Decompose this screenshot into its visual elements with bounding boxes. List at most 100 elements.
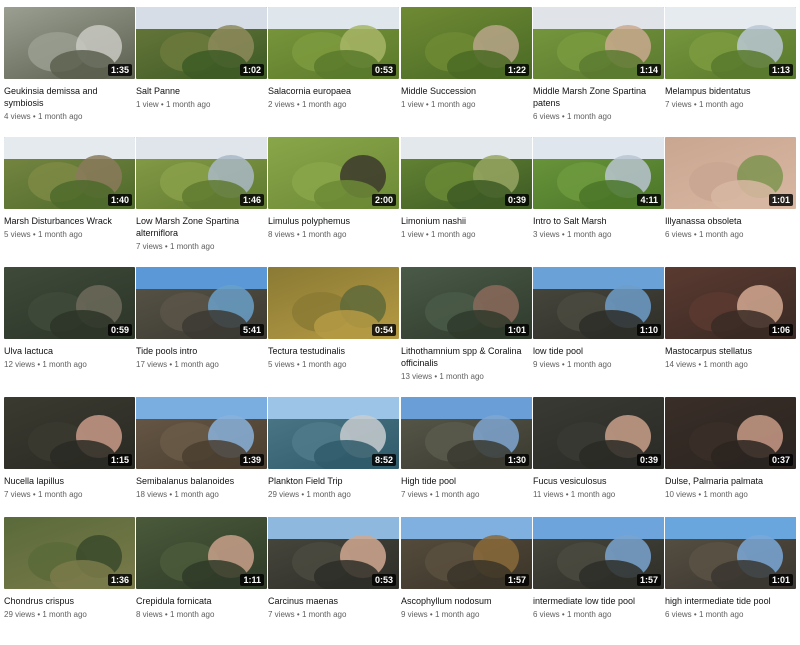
video-card[interactable]: 0:59 Ulva lactuca 12 views • 1 month ago bbox=[4, 267, 135, 395]
video-title[interactable]: High tide pool bbox=[401, 475, 532, 487]
video-card[interactable]: 1:36 Chondrus crispus 29 views • 1 month a… bbox=[4, 517, 135, 645]
video-thumbnail[interactable]: 0:54 bbox=[268, 267, 399, 339]
video-thumbnail[interactable]: 1:46 bbox=[136, 137, 267, 209]
video-thumbnail[interactable]: 4:11 bbox=[533, 137, 664, 209]
video-thumbnail[interactable]: 0:53 bbox=[268, 7, 399, 79]
video-title[interactable]: high intermediate tide pool bbox=[665, 595, 796, 607]
video-thumbnail[interactable]: 1:40 bbox=[4, 137, 135, 209]
video-card[interactable]: 1:06 Mastocarpus stellatus 14 views • 1 mo… bbox=[665, 267, 796, 395]
video-card[interactable]: 1:14 Middle Marsh Zone Spartina patens 6 v… bbox=[533, 7, 664, 135]
video-card[interactable]: 1:15 Nucella lapillus 7 views • 1 month ag… bbox=[4, 397, 135, 525]
video-card[interactable]: 4:11 Intro to Salt Marsh 3 views • 1 month… bbox=[533, 137, 664, 265]
video-card[interactable]: 1:22 Middle Succession 1 view • 1 month ag… bbox=[401, 7, 532, 135]
video-thumbnail[interactable]: 1:15 bbox=[4, 397, 135, 469]
video-title[interactable]: Chondrus crispus bbox=[4, 595, 135, 607]
video-card[interactable]: 1:30 High tide pool 7 views • 1 month ago bbox=[401, 397, 532, 525]
video-thumbnail[interactable]: 0:37 bbox=[665, 397, 796, 469]
video-meta: 1 view • 1 month ago bbox=[136, 99, 267, 110]
video-title[interactable]: Fucus vesiculosus bbox=[533, 475, 664, 487]
video-title[interactable]: intermediate low tide pool bbox=[533, 595, 664, 607]
video-title[interactable]: Mastocarpus stellatus bbox=[665, 345, 796, 357]
video-card[interactable]: 1:57 Ascophyllum nodosum 9 views • 1 month… bbox=[401, 517, 532, 645]
video-thumbnail[interactable]: 1:22 bbox=[401, 7, 532, 79]
video-thumbnail[interactable]: 1:14 bbox=[533, 7, 664, 79]
video-title[interactable]: Plankton Field Trip bbox=[268, 475, 399, 487]
video-card[interactable]: 5:41 Tide pools intro 17 views • 1 month a… bbox=[136, 267, 267, 395]
video-thumbnail[interactable]: 1:02 bbox=[136, 7, 267, 79]
video-title[interactable]: Lithothamnium spp & Coralina officinalis bbox=[401, 345, 532, 369]
video-thumbnail[interactable]: 1:39 bbox=[136, 397, 267, 469]
video-meta: 6 views • 1 month ago bbox=[533, 609, 664, 620]
video-thumbnail[interactable]: 8:52 bbox=[268, 397, 399, 469]
video-thumbnail[interactable]: 1:01 bbox=[665, 517, 796, 589]
video-thumbnail[interactable]: 1:10 bbox=[533, 267, 664, 339]
video-thumbnail[interactable]: 2:00 bbox=[268, 137, 399, 209]
video-thumbnail[interactable]: 1:57 bbox=[533, 517, 664, 589]
video-card[interactable]: 1:57 intermediate low tide pool 6 views • … bbox=[533, 517, 664, 645]
video-card[interactable]: 1:11 Crepidula fornicata 8 views • 1 month… bbox=[136, 517, 267, 645]
video-card[interactable]: 0:39 Fucus vesiculosus 11 views • 1 month … bbox=[533, 397, 664, 525]
video-title[interactable]: Illyanassa obsoleta bbox=[665, 215, 796, 227]
video-duration: 1:30 bbox=[504, 454, 529, 466]
video-card[interactable]: 8:52 Plankton Field Trip 29 views • 1 mont… bbox=[268, 397, 399, 525]
video-thumbnail[interactable]: 1:11 bbox=[136, 517, 267, 589]
video-title[interactable]: Ascophyllum nodosum bbox=[401, 595, 532, 607]
meta-separator: • bbox=[691, 100, 699, 109]
video-title[interactable]: Salacornia europaea bbox=[268, 85, 399, 97]
video-card[interactable]: 1:10 low tide pool 9 views • 1 month ago bbox=[533, 267, 664, 395]
video-thumbnail[interactable]: 1:35 bbox=[4, 7, 135, 79]
video-thumbnail[interactable]: 0:39 bbox=[401, 137, 532, 209]
video-card[interactable]: 1:40 Marsh Disturbances Wrack 5 views • 1 … bbox=[4, 137, 135, 265]
video-title[interactable]: Semibalanus balanoides bbox=[136, 475, 267, 487]
video-card[interactable]: 1:01 high intermediate tide pool 6 views •… bbox=[665, 517, 796, 645]
video-card[interactable]: 0:54 Tectura testudinalis 5 views • 1 mont… bbox=[268, 267, 399, 395]
video-title[interactable]: Middle Marsh Zone Spartina patens bbox=[533, 85, 664, 109]
video-thumbnail[interactable]: 1:57 bbox=[401, 517, 532, 589]
thumbnail-shape bbox=[578, 560, 645, 589]
video-card[interactable]: 0:53 Salacornia europaea 2 views • 1 month… bbox=[268, 7, 399, 135]
video-title[interactable]: Marsh Disturbances Wrack bbox=[4, 215, 135, 227]
video-title[interactable]: Carcinus maenas bbox=[268, 595, 399, 607]
video-card[interactable]: 1:35 Geukinsia demissa and symbiosis 4 vie… bbox=[4, 7, 135, 135]
video-card[interactable]: 0:39 Limonium nashii 1 view • 1 month ago bbox=[401, 137, 532, 265]
video-title[interactable]: Melampus bidentatus bbox=[665, 85, 796, 97]
video-thumbnail[interactable]: 1:36 bbox=[4, 517, 135, 589]
video-thumbnail[interactable]: 1:01 bbox=[401, 267, 532, 339]
video-card[interactable]: 1:46 Low Marsh Zone Spartina alterniflora… bbox=[136, 137, 267, 265]
video-title[interactable]: Low Marsh Zone Spartina alterniflora bbox=[136, 215, 267, 239]
video-meta: 7 views • 1 month ago bbox=[401, 489, 532, 500]
video-card[interactable]: 1:01 Lithothamnium spp & Coralina officin… bbox=[401, 267, 532, 395]
video-title[interactable]: Crepidula fornicata bbox=[136, 595, 267, 607]
video-title[interactable]: Ulva lactuca bbox=[4, 345, 135, 357]
video-duration: 1:57 bbox=[636, 574, 661, 586]
video-title[interactable]: Salt Panne bbox=[136, 85, 267, 97]
video-thumbnail[interactable]: 0:59 bbox=[4, 267, 135, 339]
video-card[interactable]: 1:01 Illyanassa obsoleta 6 views • 1 month… bbox=[665, 137, 796, 265]
video-thumbnail[interactable]: 0:39 bbox=[533, 397, 664, 469]
video-title[interactable]: low tide pool bbox=[533, 345, 664, 357]
video-title[interactable]: Intro to Salt Marsh bbox=[533, 215, 664, 227]
video-card[interactable]: 0:37 Dulse, Palmaria palmata 10 views • 1 … bbox=[665, 397, 796, 525]
video-thumbnail[interactable]: 1:06 bbox=[665, 267, 796, 339]
video-card[interactable]: 1:39 Semibalanus balanoides 18 views • 1 m… bbox=[136, 397, 267, 525]
video-card[interactable]: 1:02 Salt Panne 1 view • 1 month ago bbox=[136, 7, 267, 135]
video-title[interactable]: Dulse, Palmaria palmata bbox=[665, 475, 796, 487]
video-card[interactable]: 1:13 Melampus bidentatus 7 views • 1 month… bbox=[665, 7, 796, 135]
video-title[interactable]: Tide pools intro bbox=[136, 345, 267, 357]
upload-age: 1 month ago bbox=[698, 230, 744, 239]
video-thumbnail[interactable]: 1:13 bbox=[665, 7, 796, 79]
video-card[interactable]: 2:00 Limulus polyphemus 8 views • 1 month … bbox=[268, 137, 399, 265]
video-thumbnail[interactable]: 1:30 bbox=[401, 397, 532, 469]
video-thumbnail[interactable]: 5:41 bbox=[136, 267, 267, 339]
video-thumbnail[interactable]: 1:01 bbox=[665, 137, 796, 209]
video-title[interactable]: Limonium nashii bbox=[401, 215, 532, 227]
video-title[interactable]: Nucella lapillus bbox=[4, 475, 135, 487]
video-title[interactable]: Geukinsia demissa and symbiosis bbox=[4, 85, 135, 109]
video-title[interactable]: Middle Succession bbox=[401, 85, 532, 97]
thumbnail-shape bbox=[578, 440, 645, 469]
video-title[interactable]: Limulus polyphemus bbox=[268, 215, 399, 227]
video-thumbnail[interactable]: 0:53 bbox=[268, 517, 399, 589]
upload-age: 1 month ago bbox=[174, 360, 219, 369]
video-card[interactable]: 0:53 Carcinus maenas 7 views • 1 month ago bbox=[268, 517, 399, 645]
video-title[interactable]: Tectura testudinalis bbox=[268, 345, 399, 357]
